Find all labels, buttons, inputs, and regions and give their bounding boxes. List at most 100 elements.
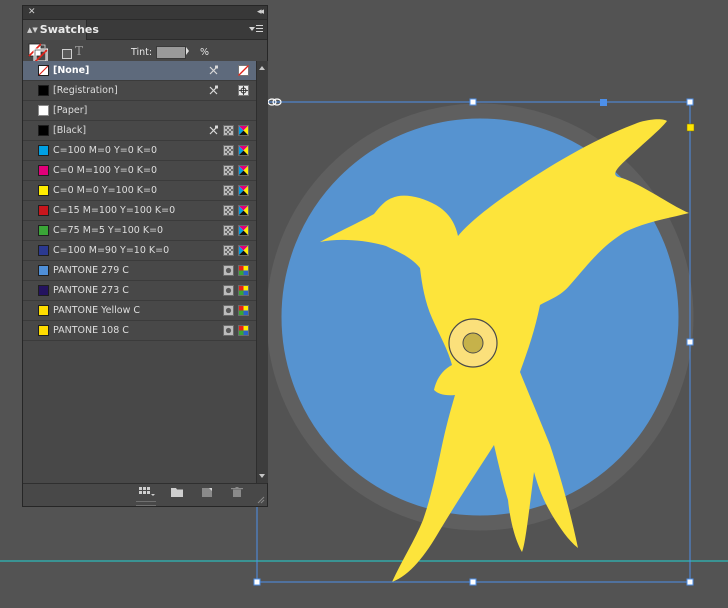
swatch-row[interactable]: [Black] bbox=[23, 121, 256, 141]
fill-stroke-icon[interactable] bbox=[28, 43, 48, 63]
swatch-row[interactable]: [Registration] bbox=[23, 81, 256, 101]
swatch-name: [Paper] bbox=[53, 105, 88, 116]
formatting-text-icon[interactable]: T bbox=[75, 44, 83, 58]
handle-top-right[interactable] bbox=[686, 98, 694, 106]
swatch-row[interactable]: PANTONE 279 C bbox=[23, 261, 256, 281]
cmyk-icon bbox=[238, 125, 249, 136]
tint-percent: % bbox=[200, 47, 210, 58]
swatch-color-chip bbox=[38, 265, 49, 276]
swatch-row[interactable]: [None] bbox=[23, 61, 256, 81]
tab-swatches-label: Swatches bbox=[39, 23, 99, 36]
swatch-color-chip bbox=[38, 65, 49, 76]
spot-icon bbox=[223, 285, 234, 296]
swatch-color-chip bbox=[38, 305, 49, 316]
lab-icon bbox=[238, 265, 249, 276]
swatch-color-chip bbox=[38, 245, 49, 256]
swatch-row[interactable]: C=100 M=90 Y=10 K=0 bbox=[23, 241, 256, 261]
swatch-name: [Black] bbox=[53, 125, 87, 136]
content-grabber-handle[interactable] bbox=[600, 99, 607, 106]
swatch-name: PANTONE 279 C bbox=[53, 265, 129, 276]
panel-title-strip[interactable]: ✕ ◂◂ bbox=[23, 6, 267, 20]
cmyk-icon bbox=[238, 165, 249, 176]
process-icon bbox=[223, 205, 234, 216]
no-edit-icon bbox=[208, 65, 219, 76]
swatch-name: PANTONE 108 C bbox=[53, 325, 129, 336]
tint-input[interactable] bbox=[156, 46, 186, 59]
live-corner-handle[interactable] bbox=[686, 123, 695, 132]
process-icon bbox=[223, 165, 234, 176]
swatch-name: C=0 M=0 Y=100 K=0 bbox=[53, 185, 158, 196]
process-icon bbox=[223, 185, 234, 196]
process-icon bbox=[223, 245, 234, 256]
swatch-color-chip bbox=[38, 85, 49, 96]
panel-grip[interactable] bbox=[136, 501, 156, 506]
cmyk-icon bbox=[238, 145, 249, 156]
lab-icon bbox=[238, 305, 249, 316]
swatch-name: PANTONE Yellow C bbox=[53, 305, 141, 316]
panel-bottom-bar bbox=[23, 483, 267, 500]
center-point-inner bbox=[462, 332, 484, 354]
handle-bottom-left[interactable] bbox=[253, 578, 261, 586]
spot-icon bbox=[223, 305, 234, 316]
new-color-group-icon[interactable] bbox=[171, 487, 183, 497]
spot-icon bbox=[223, 265, 234, 276]
swatch-row[interactable]: [Paper] bbox=[23, 101, 256, 121]
swatch-name: PANTONE 273 C bbox=[53, 285, 129, 296]
swatch-color-chip bbox=[38, 145, 49, 156]
swatch-row[interactable]: C=15 M=100 Y=100 K=0 bbox=[23, 201, 256, 221]
scroll-up-icon[interactable] bbox=[259, 66, 265, 70]
lab-icon bbox=[238, 285, 249, 296]
expand-arrows-icon[interactable]: ▲▼ bbox=[27, 26, 38, 34]
swatch-color-chip bbox=[38, 105, 49, 116]
new-swatch-icon[interactable] bbox=[201, 487, 213, 497]
no-edit-icon bbox=[208, 85, 219, 96]
handle-top-center[interactable] bbox=[469, 98, 477, 106]
handle-bottom-right[interactable] bbox=[686, 578, 694, 586]
swatch-color-chip bbox=[38, 185, 49, 196]
swatch-color-chip bbox=[38, 285, 49, 296]
swatch-row[interactable]: C=0 M=0 Y=100 K=0 bbox=[23, 181, 256, 201]
none-color-icon bbox=[238, 65, 249, 76]
handle-middle-right[interactable] bbox=[686, 338, 694, 346]
cmyk-icon bbox=[238, 245, 249, 256]
scroll-down-icon[interactable] bbox=[259, 474, 265, 478]
tint-label: Tint: bbox=[131, 47, 153, 58]
swatch-color-chip bbox=[38, 125, 49, 136]
close-icon[interactable]: ✕ bbox=[28, 6, 36, 19]
process-icon bbox=[223, 225, 234, 236]
process-icon bbox=[223, 125, 234, 136]
tab-swatches[interactable]: ▲▼ Swatches bbox=[23, 20, 99, 40]
lab-icon bbox=[238, 325, 249, 336]
handle-bottom-center[interactable] bbox=[469, 578, 477, 586]
delete-swatch-icon[interactable] bbox=[231, 487, 243, 497]
cmyk-icon bbox=[238, 225, 249, 236]
swatch-color-chip bbox=[38, 165, 49, 176]
swatch-list: [None] [Registration] [Paper] [Black] C=100 … bbox=[23, 61, 256, 483]
resize-grip-icon[interactable] bbox=[257, 496, 265, 504]
panel-menu-icon[interactable] bbox=[249, 23, 263, 35]
swatch-color-chip bbox=[38, 225, 49, 236]
swatch-scrollbar[interactable] bbox=[256, 61, 268, 483]
collapse-panel-icon[interactable]: ◂◂ bbox=[257, 6, 264, 19]
swatch-row[interactable]: PANTONE 108 C bbox=[23, 321, 256, 341]
swatches-panel: ✕ ◂◂ ▲▼ Swatches T Tint: % [None] [Registr… bbox=[22, 5, 268, 507]
swatch-row[interactable]: C=75 M=5 Y=100 K=0 bbox=[23, 221, 256, 241]
swatch-name: [Registration] bbox=[53, 85, 118, 96]
panel-tab-bar: ▲▼ Swatches bbox=[23, 20, 267, 40]
swatch-row[interactable]: PANTONE 273 C bbox=[23, 281, 256, 301]
formatting-container-icon[interactable] bbox=[62, 49, 72, 59]
show-swatch-views-icon[interactable] bbox=[139, 487, 155, 497]
swatch-row[interactable]: C=100 M=0 Y=0 K=0 bbox=[23, 141, 256, 161]
swatch-color-chip bbox=[38, 205, 49, 216]
swatch-name: C=100 M=0 Y=0 K=0 bbox=[53, 145, 158, 156]
cmyk-icon bbox=[238, 185, 249, 196]
emblem-artwork[interactable] bbox=[266, 103, 694, 582]
no-edit-icon bbox=[208, 125, 219, 136]
swatch-row[interactable]: C=0 M=100 Y=0 K=0 bbox=[23, 161, 256, 181]
registration-icon bbox=[238, 85, 249, 96]
swatch-row[interactable]: PANTONE Yellow C bbox=[23, 301, 256, 321]
tint-dropdown-arrow-icon[interactable] bbox=[186, 47, 189, 55]
swatch-name: C=75 M=5 Y=100 K=0 bbox=[53, 225, 164, 236]
swatch-color-chip bbox=[38, 325, 49, 336]
spot-icon bbox=[223, 325, 234, 336]
